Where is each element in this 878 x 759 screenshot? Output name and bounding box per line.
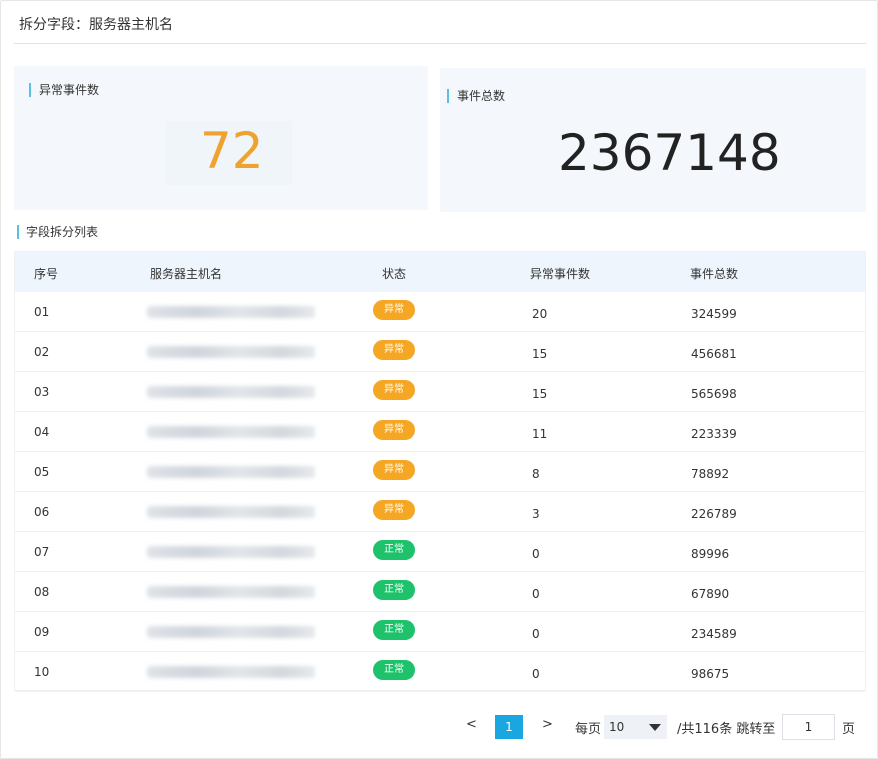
row-hostname-redacted bbox=[147, 426, 315, 438]
table-row: 09 正常 0 234589 bbox=[15, 612, 865, 652]
row-abnormal-count: 15 bbox=[532, 347, 548, 361]
jump-page-input[interactable] bbox=[782, 714, 835, 740]
row-hostname-redacted bbox=[147, 546, 315, 558]
abnormal-events-label: 异常事件数 bbox=[29, 83, 99, 97]
section-title: 字段拆分列表 bbox=[17, 225, 98, 239]
row-abnormal-count: 20 bbox=[532, 307, 548, 321]
row-total-count: 78892 bbox=[691, 467, 730, 481]
row-total-count: 234589 bbox=[691, 627, 737, 641]
row-total-count: 565698 bbox=[691, 387, 737, 401]
row-abnormal-count: 0 bbox=[532, 547, 540, 561]
table-row: 10 正常 0 98675 bbox=[15, 652, 865, 692]
row-index: 09 bbox=[34, 625, 50, 639]
status-badge: 异常 bbox=[373, 420, 415, 440]
column-header-index: 序号 bbox=[34, 267, 59, 281]
page-unit-label: 页 bbox=[842, 722, 856, 737]
page-1-button[interactable]: 1 bbox=[495, 715, 523, 739]
row-hostname-redacted bbox=[147, 386, 315, 398]
table-row: 06 异常 3 226789 bbox=[15, 492, 865, 532]
per-page-select[interactable]: 10 bbox=[604, 715, 667, 739]
status-badge: 正常 bbox=[373, 620, 415, 640]
status-badge: 正常 bbox=[373, 540, 415, 560]
row-hostname-redacted bbox=[147, 666, 315, 678]
status-badge: 异常 bbox=[373, 500, 415, 520]
table-header: 序号 服务器主机名 状态 异常事件数 事件总数 bbox=[15, 252, 865, 292]
abnormal-events-value: 72 bbox=[200, 122, 264, 180]
row-abnormal-count: 0 bbox=[532, 587, 540, 601]
row-abnormal-count: 0 bbox=[532, 667, 540, 681]
table-row: 05 异常 8 78892 bbox=[15, 452, 865, 492]
row-total-count: 67890 bbox=[691, 587, 730, 601]
row-index: 03 bbox=[34, 385, 50, 399]
row-index: 08 bbox=[34, 585, 50, 599]
row-abnormal-count: 15 bbox=[532, 387, 548, 401]
row-index: 02 bbox=[34, 345, 50, 359]
row-index: 01 bbox=[34, 305, 50, 319]
status-badge: 异常 bbox=[373, 460, 415, 480]
row-hostname-redacted bbox=[147, 306, 315, 318]
status-badge: 异常 bbox=[373, 380, 415, 400]
total-events-label: 事件总数 bbox=[447, 89, 505, 103]
row-hostname-redacted bbox=[147, 466, 315, 478]
per-page-value: 10 bbox=[609, 720, 625, 734]
status-badge: 正常 bbox=[373, 580, 415, 600]
column-header-abnormal: 异常事件数 bbox=[530, 267, 591, 281]
row-abnormal-count: 3 bbox=[532, 507, 540, 521]
row-index: 10 bbox=[34, 665, 50, 679]
column-header-hostname: 服务器主机名 bbox=[150, 267, 223, 281]
total-events-card: 事件总数 2367148 bbox=[440, 68, 866, 212]
table-row: 03 异常 15 565698 bbox=[15, 372, 865, 412]
row-abnormal-count: 11 bbox=[532, 427, 548, 441]
row-total-count: 456681 bbox=[691, 347, 737, 361]
abnormal-events-card: 异常事件数 72 bbox=[14, 66, 428, 210]
row-total-count: 98675 bbox=[691, 667, 730, 681]
row-hostname-redacted bbox=[147, 346, 315, 358]
table-row: 04 异常 11 223339 bbox=[15, 412, 865, 452]
caret-down-icon bbox=[649, 724, 661, 731]
column-header-total: 事件总数 bbox=[690, 267, 739, 281]
row-total-count: 89996 bbox=[691, 547, 730, 561]
row-index: 07 bbox=[34, 545, 50, 559]
pagination: < 1 > 每页 10 /共116条 跳转至 页 bbox=[0, 713, 878, 740]
row-total-count: 226789 bbox=[691, 507, 737, 521]
total-events-value: 2367148 bbox=[558, 124, 781, 182]
row-index: 04 bbox=[34, 425, 50, 439]
row-index: 05 bbox=[34, 465, 50, 479]
prev-page-button[interactable]: < bbox=[466, 717, 477, 732]
table-row: 07 正常 0 89996 bbox=[15, 532, 865, 572]
page-title: 拆分字段：服务器主机名 bbox=[19, 17, 173, 33]
next-page-button[interactable]: > bbox=[542, 717, 553, 732]
status-badge: 正常 bbox=[373, 660, 415, 680]
status-badge: 异常 bbox=[373, 300, 415, 320]
split-field-table: 序号 服务器主机名 状态 异常事件数 事件总数 01 异常 20 324599 02 异常… bbox=[14, 251, 866, 692]
title-divider bbox=[14, 43, 866, 44]
row-abnormal-count: 0 bbox=[532, 627, 540, 641]
table-row: 01 异常 20 324599 bbox=[15, 292, 865, 332]
row-hostname-redacted bbox=[147, 626, 315, 638]
total-count-text: /共116条 跳转至 bbox=[677, 722, 776, 737]
table-row: 08 正常 0 67890 bbox=[15, 572, 865, 612]
row-hostname-redacted bbox=[147, 586, 315, 598]
row-total-count: 324599 bbox=[691, 307, 737, 321]
column-header-status: 状态 bbox=[382, 267, 407, 281]
status-badge: 异常 bbox=[373, 340, 415, 360]
row-abnormal-count: 8 bbox=[532, 467, 540, 481]
row-hostname-redacted bbox=[147, 506, 315, 518]
row-total-count: 223339 bbox=[691, 427, 737, 441]
row-index: 06 bbox=[34, 505, 50, 519]
table-row: 02 异常 15 456681 bbox=[15, 332, 865, 372]
per-page-label: 每页 bbox=[575, 722, 602, 737]
